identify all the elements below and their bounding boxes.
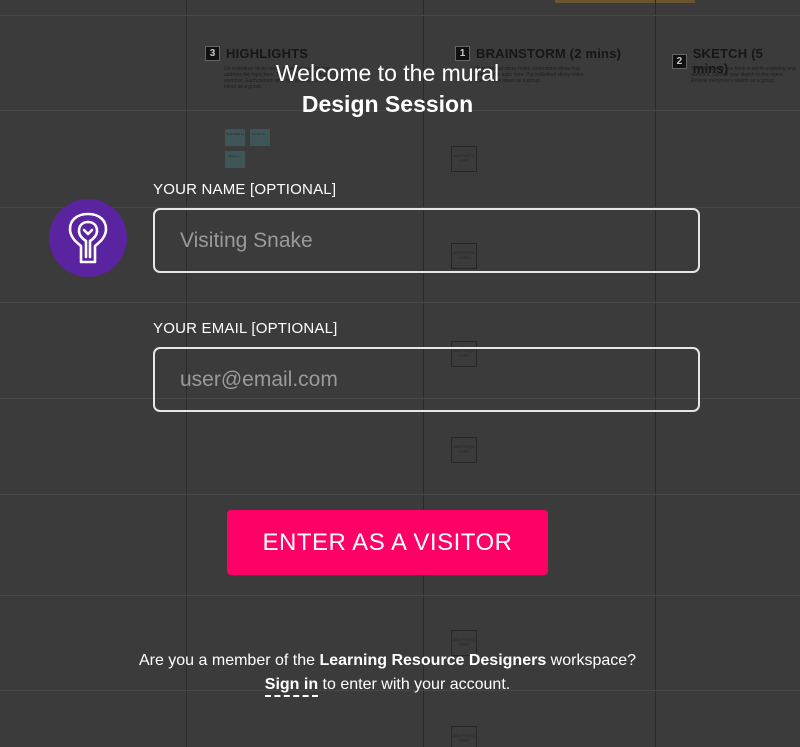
column-number: 1 xyxy=(455,46,470,61)
column-header-brainstorm: 1 BRAINSTORM (2 mins) xyxy=(455,46,621,61)
column-title: HIGHLIGHTS xyxy=(226,46,309,61)
grid-line xyxy=(0,15,800,16)
member-suffix: workspace? xyxy=(546,652,637,669)
name-input[interactable] xyxy=(153,208,700,273)
visitor-avatar xyxy=(49,199,127,277)
signin-prompt: Sign in to enter with your account. xyxy=(0,676,775,697)
sticky-note: Sent ideas to ... xyxy=(225,129,245,146)
member-prefix: Are you a member of the xyxy=(138,652,320,669)
snake-icon xyxy=(68,212,108,264)
workspace-name: Learning Resource Designers xyxy=(319,652,547,669)
grid-line xyxy=(0,302,800,303)
email-label: YOUR EMAIL [OPTIONAL] xyxy=(153,320,338,337)
photo-placeholder: ADD PHOTO HERE xyxy=(451,726,477,747)
column-title: BRAINSTORM (2 mins) xyxy=(476,46,622,61)
column-header-highlights: 3 HIGHLIGHTS xyxy=(205,46,308,61)
enter-as-visitor-button[interactable]: ENTER AS A VISITOR xyxy=(227,510,548,575)
member-prompt: Are you a member of the Learning Resourc… xyxy=(0,652,775,670)
welcome-heading: Welcome to the mural xyxy=(275,60,500,86)
column-number: 3 xyxy=(205,46,220,61)
grid-line xyxy=(0,494,800,495)
email-input[interactable] xyxy=(153,347,700,412)
sticky-note: Posted on ... xyxy=(250,129,270,146)
grid-line xyxy=(0,595,800,596)
session-title: Design Session xyxy=(301,91,474,117)
name-label: YOUR NAME [OPTIONAL] xyxy=(153,181,337,198)
sign-in-link[interactable]: Sign in xyxy=(264,676,319,697)
photo-placeholder: ADD PHOTO HERE xyxy=(451,146,477,172)
signin-suffix: to enter with your account. xyxy=(318,676,511,693)
sticky-note: Ideas to ... xyxy=(225,151,245,168)
photo-placeholder: ADD PHOTO HERE xyxy=(451,437,477,463)
top-accent-bar xyxy=(555,0,695,3)
